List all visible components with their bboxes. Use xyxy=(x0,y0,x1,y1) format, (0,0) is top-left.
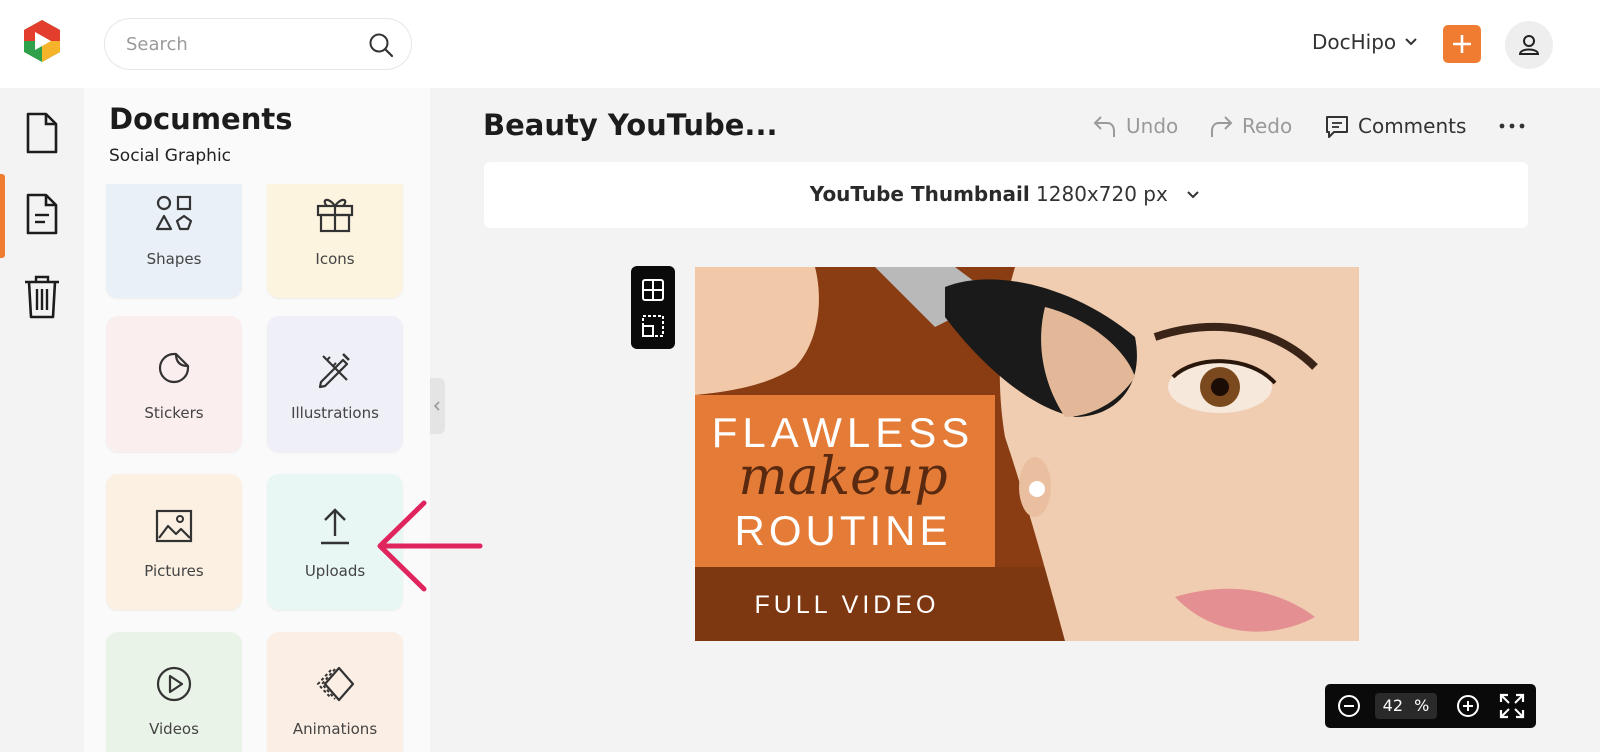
more-options-icon[interactable] xyxy=(1498,116,1526,136)
format-text: YouTube Thumbnail 1280x720 px xyxy=(484,182,1528,206)
undo-label: Undo xyxy=(1126,114,1179,138)
document-list-icon xyxy=(26,193,58,235)
select-area-icon[interactable] xyxy=(631,304,675,348)
redo-icon xyxy=(1211,116,1233,137)
tile-label: Pictures xyxy=(144,562,204,580)
play-icon xyxy=(156,666,192,702)
user-icon xyxy=(1518,35,1540,55)
zoom-unit: % xyxy=(1414,696,1430,715)
title-box[interactable]: FLAWLESS makeup ROUTINE xyxy=(695,395,995,567)
shapes-icon xyxy=(155,195,193,231)
tile-illustrations[interactable]: Illustrations xyxy=(267,316,403,452)
tile-pictures[interactable]: Pictures xyxy=(106,474,242,610)
canvas-mini-toolbar xyxy=(631,266,675,349)
account-name: DocHipo xyxy=(1312,30,1397,54)
redo-button[interactable]: Redo xyxy=(1208,113,1292,139)
diamond-icon xyxy=(316,666,355,702)
comments-button[interactable]: Comments xyxy=(1324,113,1466,139)
rail-new-document[interactable] xyxy=(20,108,64,158)
annotation-arrow xyxy=(377,500,483,592)
design-canvas[interactable]: FLAWLESS makeup ROUTINE FULL VIDEO xyxy=(695,267,1359,641)
format-name: YouTube Thumbnail xyxy=(809,182,1030,206)
tile-label: Stickers xyxy=(144,404,204,422)
rail-trash[interactable] xyxy=(20,272,64,322)
redo-label: Redo xyxy=(1242,114,1293,138)
rail-active-indicator xyxy=(0,174,5,258)
format-selector[interactable]: YouTube Thumbnail 1280x720 px xyxy=(484,162,1528,228)
document-icon xyxy=(26,112,58,154)
subtitle-full-video[interactable]: FULL VIDEO xyxy=(695,591,999,620)
search-icon[interactable] xyxy=(367,31,395,59)
tile-label: Videos xyxy=(149,720,199,738)
undo-button[interactable]: Undo xyxy=(1092,113,1178,139)
document-title[interactable]: Beauty YouTube... xyxy=(483,108,777,142)
dochipo-logo[interactable] xyxy=(19,18,65,64)
tile-stickers[interactable]: Stickers xyxy=(106,316,242,452)
zoom-value: 42 xyxy=(1382,696,1404,715)
upload-icon xyxy=(321,508,349,545)
tile-label: Icons xyxy=(315,250,355,268)
trash-icon xyxy=(25,275,59,319)
top-bar: Search DocHipo xyxy=(0,0,1600,88)
tile-label: Shapes xyxy=(146,250,202,268)
rail-my-documents[interactable] xyxy=(20,189,64,239)
collapse-panel-button[interactable] xyxy=(430,378,445,434)
title-line-routine[interactable]: ROUTINE xyxy=(695,507,991,555)
image-icon xyxy=(155,509,193,543)
user-avatar[interactable] xyxy=(1505,21,1553,69)
account-menu[interactable]: DocHipo xyxy=(1312,30,1418,54)
format-size: 1280x720 px xyxy=(1036,182,1168,206)
sticker-icon xyxy=(158,352,190,384)
comment-icon xyxy=(1326,116,1348,138)
pen-ruler-icon xyxy=(318,353,350,389)
tile-videos[interactable]: Videos xyxy=(106,632,242,752)
tile-label: Animations xyxy=(292,720,378,738)
plus-icon xyxy=(1453,35,1471,53)
left-rail xyxy=(0,88,84,752)
panel-title: Documents xyxy=(109,102,293,136)
documents-panel: Documents Social Graphic Shapes Icons St… xyxy=(84,88,430,752)
zoom-control: 42 % xyxy=(1325,684,1536,728)
chevron-down-icon xyxy=(1405,38,1417,46)
chevron-left-icon xyxy=(433,401,440,411)
tile-animations[interactable]: Animations xyxy=(267,632,403,752)
panel-subtitle: Social Graphic xyxy=(109,146,232,166)
comments-label: Comments xyxy=(1358,114,1467,138)
tile-shapes[interactable]: Shapes xyxy=(106,184,242,298)
create-new-button[interactable] xyxy=(1443,25,1481,63)
fullscreen-icon[interactable] xyxy=(1497,691,1527,721)
tile-label: Illustrations xyxy=(291,404,379,422)
zoom-level[interactable]: 42 % xyxy=(1375,693,1437,719)
undo-icon xyxy=(1093,116,1115,137)
gift-icon xyxy=(316,198,354,233)
search-input[interactable]: Search xyxy=(126,34,188,55)
zoom-in-icon[interactable] xyxy=(1454,692,1482,720)
title-line-makeup[interactable]: makeup xyxy=(695,447,991,507)
zoom-out-icon[interactable] xyxy=(1335,692,1363,720)
search-box[interactable]: Search xyxy=(104,18,412,70)
chevron-down-icon xyxy=(1187,191,1199,199)
element-tiles: Shapes Icons Stickers Illustrations Pict… xyxy=(84,184,430,752)
tile-icons[interactable]: Icons xyxy=(267,184,403,298)
